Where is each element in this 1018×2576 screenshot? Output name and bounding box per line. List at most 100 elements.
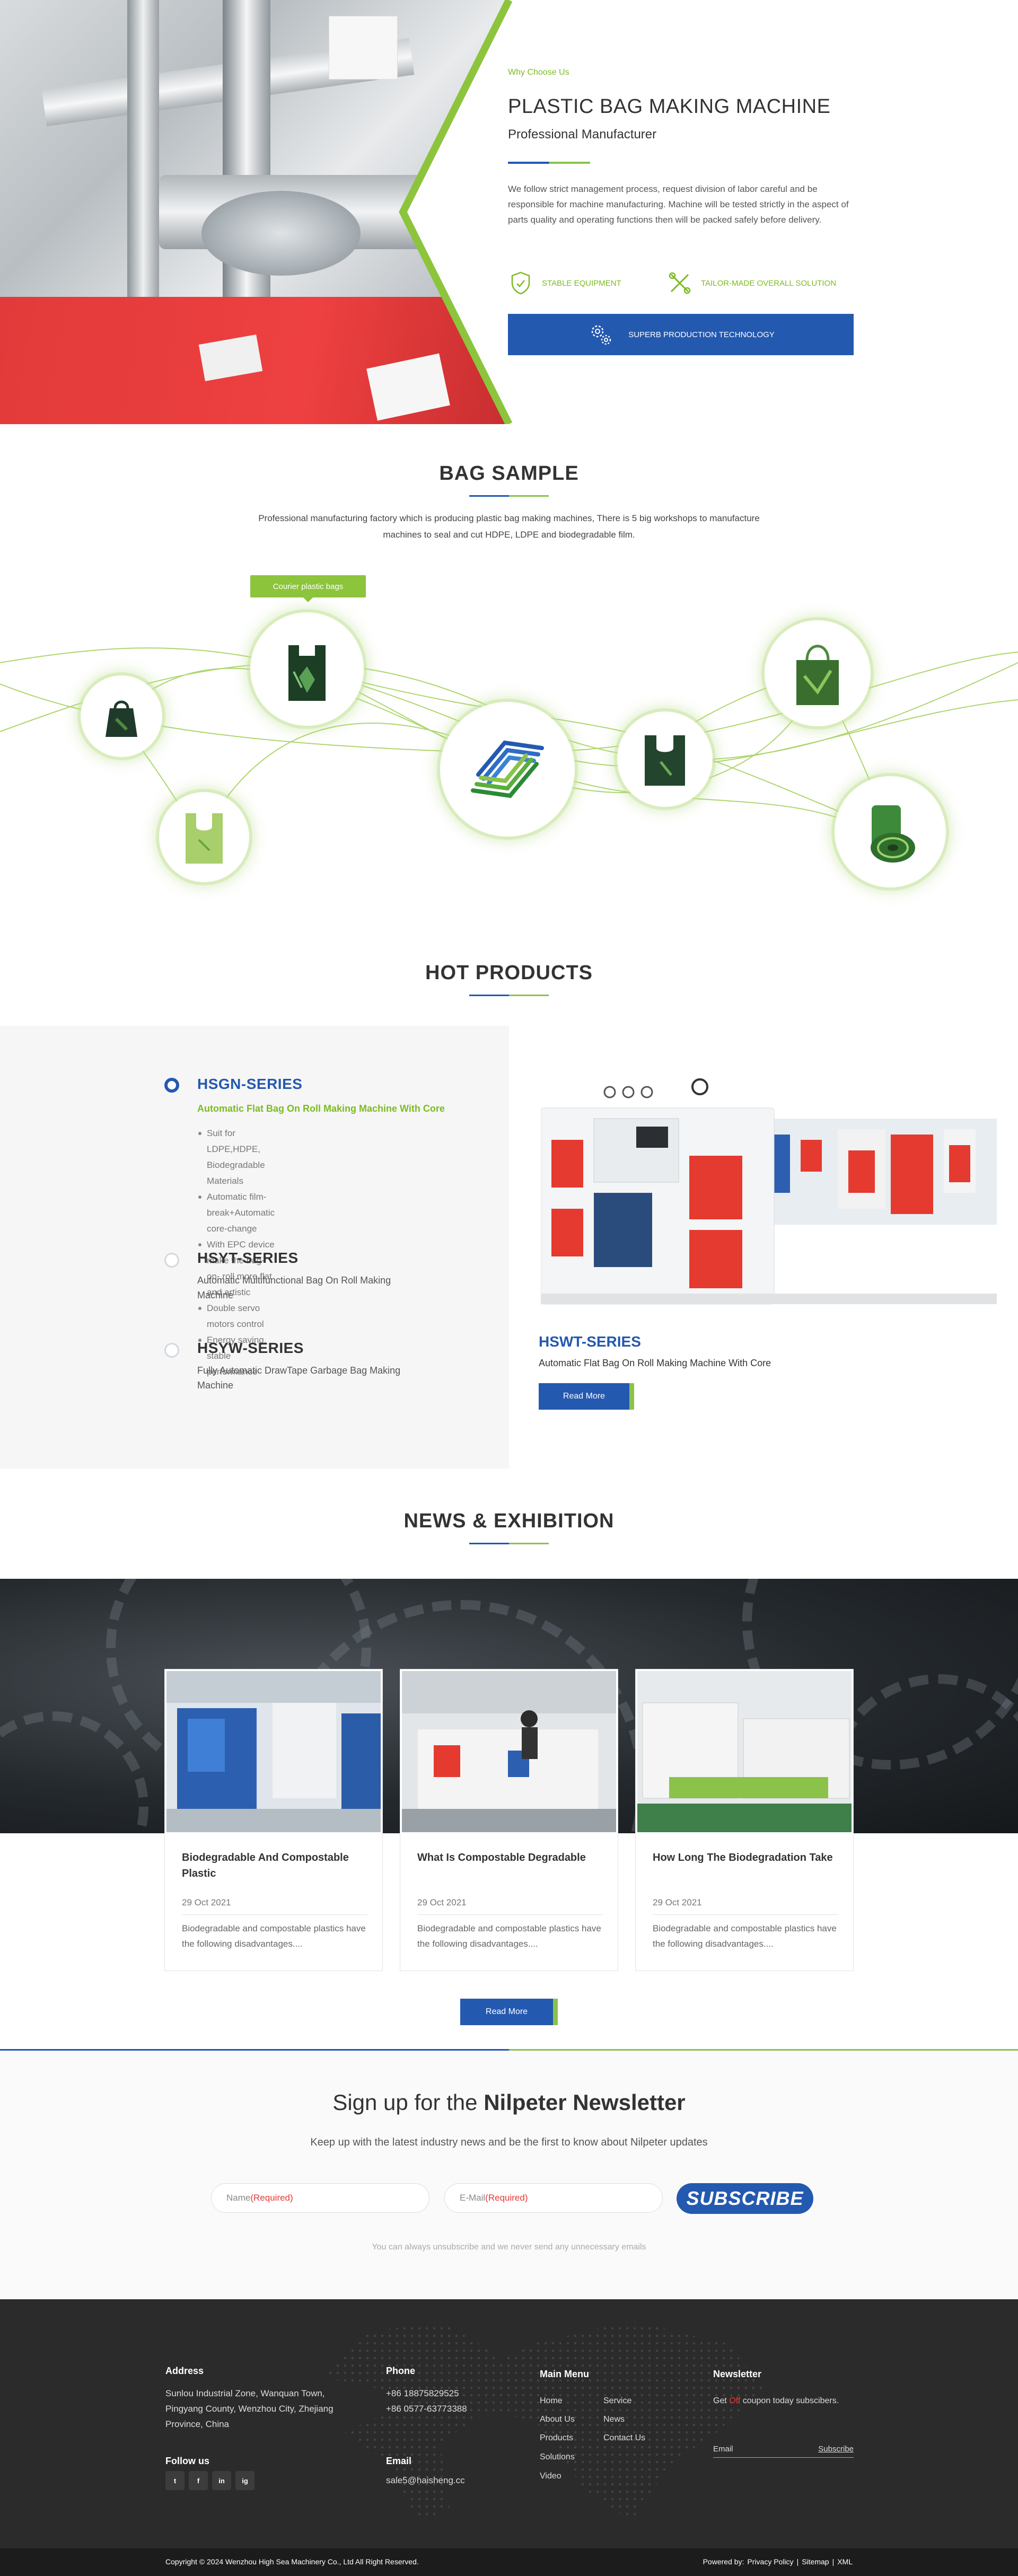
bullet-item: Suit for LDPE,HDPE, Biodegradable Materi… — [197, 1126, 275, 1189]
newsletter-note: You can always unsubscribe and we never … — [372, 2243, 646, 2252]
news-title-text[interactable]: How Long The Biodegradation Take — [653, 1850, 838, 1866]
series-subtitle: Automatic Multifunctional Bag On Roll Ma… — [197, 1275, 391, 1300]
featured-series-name[interactable]: HSWT-SERIES — [539, 1333, 641, 1350]
highlight-label: SUPERB PRODUCTION TECHNOLOGY — [628, 330, 775, 339]
news-underline — [469, 1543, 549, 1544]
news-excerpt: Biodegradable and compostable plastics h… — [653, 1923, 837, 1949]
news-title: NEWS & EXHIBITION — [403, 1510, 615, 1532]
bag-node-courier[interactable] — [250, 612, 364, 726]
powered-by-label: Powered by: — [703, 2557, 744, 2566]
name-field[interactable]: Name (Required) — [211, 2183, 429, 2213]
radio-selected[interactable] — [164, 1078, 179, 1093]
bag-node-handle-bag[interactable] — [765, 620, 871, 726]
shield-icon — [511, 271, 530, 295]
email-placeholder: Email — [713, 2445, 733, 2454]
phone-heading: Phone — [386, 2366, 416, 2376]
subscribe-button[interactable]: SUBSCRIBE — [677, 2183, 813, 2214]
news-date: 29 Oct 2021 — [653, 1897, 702, 1907]
footer-subscribe-link[interactable]: Subscribe — [818, 2445, 854, 2454]
news-card[interactable]: How Long The Biodegradation Take 29 Oct … — [635, 1669, 854, 1971]
radio-unselected[interactable] — [164, 1253, 179, 1268]
series-list-panel: HSGN-SERIES Automatic Flat Bag On Roll M… — [0, 1026, 509, 1469]
handle-bag-icon — [796, 645, 839, 705]
bag-roll-icon — [871, 805, 915, 863]
feature-tailor-made[interactable]: TAILOR-MADE OVERALL SOLUTION — [667, 270, 836, 296]
email-address[interactable]: sale5@haisheng.cc — [386, 2473, 465, 2488]
news-image-worker — [402, 1671, 616, 1832]
courier-bags-tag[interactable]: Courier plastic bags — [250, 575, 366, 602]
copyright-text: Copyright © 2024 Wenzhou High Sea Machin… — [165, 2557, 419, 2566]
address-heading: Address — [165, 2366, 204, 2376]
center-logo-node — [440, 702, 575, 837]
company-logo-icon — [471, 740, 544, 798]
footer-link-about[interactable]: About Us — [540, 2415, 575, 2424]
newsletter-title: Sign up for the Nilpeter Newsletter — [332, 2090, 686, 2115]
news-read-more-button[interactable]: Read More — [460, 1999, 558, 2025]
privacy-policy-link[interactable]: Privacy Policy — [747, 2557, 793, 2566]
dark-bag-icon — [645, 735, 685, 786]
series-name[interactable]: HSYW-SERIES — [197, 1340, 304, 1357]
news-date: 29 Oct 2021 — [417, 1897, 467, 1907]
footer-link-news[interactable]: News — [603, 2415, 625, 2424]
news-excerpt: Biodegradable and compostable plastics h… — [417, 1923, 601, 1949]
feature-label: TAILOR-MADE OVERALL SOLUTION — [701, 278, 837, 288]
main-menu-heading: Main Menu — [540, 2369, 589, 2379]
bag-node-green-tshirt[interactable] — [159, 792, 249, 882]
footer-link-service[interactable]: Service — [603, 2396, 631, 2406]
black-bag-icon — [106, 700, 137, 737]
news-card[interactable]: Biodegradable And Compostable Plastic 29… — [164, 1669, 383, 1971]
feature-label: STABLE EQUIPMENT — [542, 278, 621, 288]
footer-email-input[interactable]: Email Subscribe — [713, 2441, 854, 2458]
facebook-icon[interactable]: f — [189, 2471, 208, 2490]
instagram-icon[interactable]: ig — [235, 2471, 254, 2490]
sitemap-link[interactable]: Sitemap — [802, 2557, 829, 2566]
divider — [182, 1914, 367, 1915]
featured-series-subtitle: Automatic Flat Bag On Roll Making Machin… — [539, 1358, 771, 1368]
series-name[interactable]: HSYT-SERIES — [197, 1250, 299, 1267]
news-title-text[interactable]: Biodegradable And Compostable Plastic — [182, 1850, 367, 1882]
news-excerpt: Biodegradable and compostable plastics h… — [182, 1923, 366, 1949]
series-name[interactable]: HSGN-SERIES — [197, 1076, 302, 1093]
footer-link-solutions[interactable]: Solutions — [540, 2452, 575, 2462]
featured-read-more-button[interactable]: Read More — [539, 1383, 634, 1410]
why-choose-us-section: Why Choose Us PLASTIC BAG MAKING MACHINE… — [0, 0, 1018, 424]
news-card[interactable]: What Is Compostable Degradable 29 Oct 20… — [400, 1669, 618, 1971]
feature-stable-equipment[interactable]: STABLE EQUIPMENT — [508, 270, 621, 296]
hero-title: PLASTIC BAG MAKING MACHINE — [508, 95, 831, 118]
footer — [0, 2299, 1018, 2548]
eyebrow-label: Why Choose Us — [508, 68, 569, 77]
world-map-dots — [321, 2321, 765, 2521]
bag-node-dark-tshirt[interactable] — [617, 711, 713, 807]
courier-bag-icon — [288, 645, 326, 701]
news-image-factory — [166, 1671, 381, 1832]
xml-link[interactable]: XML — [837, 2557, 853, 2566]
bag-making-machine-image — [541, 1078, 997, 1305]
footer-link-video[interactable]: Video — [540, 2472, 561, 2481]
newsletter-subtitle: Keep up with the latest industry news an… — [310, 2137, 708, 2148]
radio-unselected[interactable] — [164, 1343, 179, 1358]
footer-link-home[interactable]: Home — [540, 2396, 563, 2406]
hot-products-title: HOT PRODUCTS — [425, 962, 593, 984]
green-chevron-stripe — [399, 0, 513, 424]
superb-production-technology-button[interactable]: SUPERB PRODUCTION TECHNOLOGY — [508, 314, 854, 355]
tools-icon — [669, 272, 691, 294]
news-image-machine — [637, 1671, 852, 1832]
footer-link-contact[interactable]: Contact Us — [603, 2433, 645, 2443]
phone-1[interactable]: +86 18875829525 — [386, 2386, 459, 2401]
hot-products-underline — [469, 995, 549, 996]
bag-node-black-shopping[interactable] — [81, 675, 162, 757]
twitter-icon[interactable]: t — [165, 2471, 185, 2490]
linkedin-icon[interactable]: in — [212, 2471, 231, 2490]
address-text: Sunlou Industrial Zone, Wanquan Town, Pi… — [165, 2388, 334, 2429]
footer-link-products[interactable]: Products — [540, 2433, 573, 2443]
bag-node-rolls[interactable] — [835, 776, 946, 887]
page: Why Choose Us PLASTIC BAG MAKING MACHINE… — [0, 0, 1018, 2576]
title-underline — [508, 162, 590, 164]
newsletter-top-line — [0, 2049, 1018, 2051]
email-field[interactable]: E-Mail (Required) — [444, 2183, 663, 2213]
newsletter-section — [0, 2050, 1018, 2299]
news-title-text[interactable]: What Is Compostable Degradable — [417, 1850, 603, 1866]
phone-2[interactable]: +86 0577-63773388 — [386, 2401, 467, 2416]
follow-heading: Follow us — [165, 2456, 209, 2466]
news-date: 29 Oct 2021 — [182, 1897, 231, 1907]
